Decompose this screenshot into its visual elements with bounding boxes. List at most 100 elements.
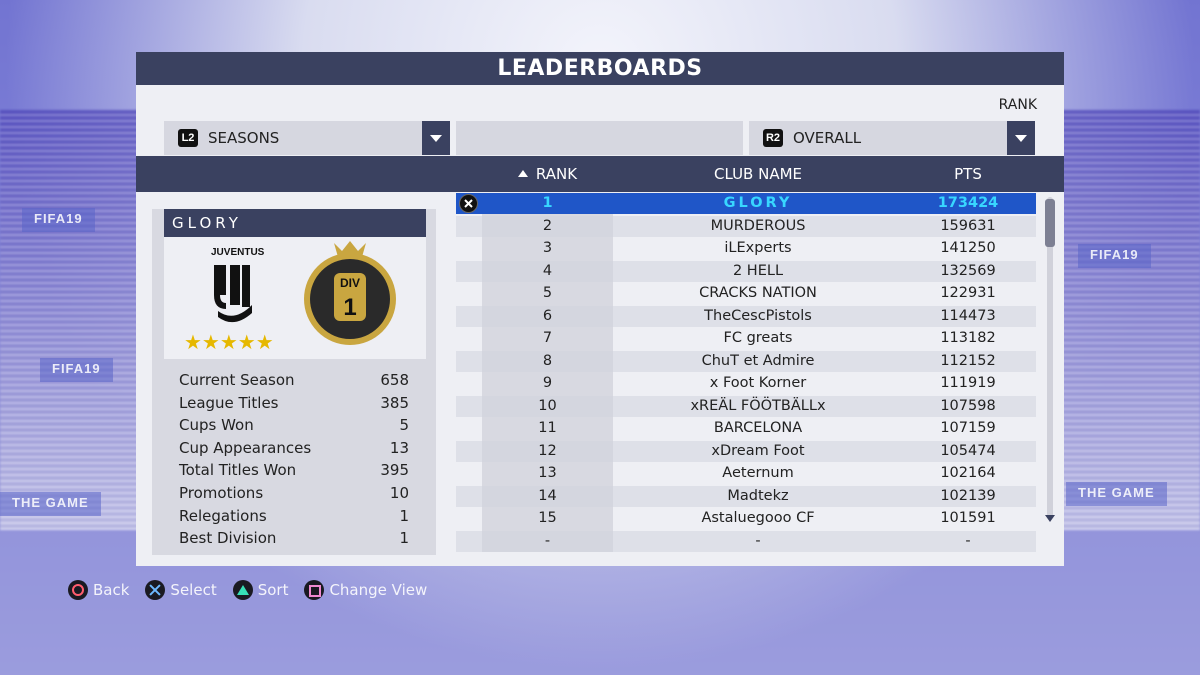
club-name-cell: CRACKS NATION bbox=[699, 285, 817, 301]
table-row[interactable]: 2 MURDEROUS 159631 bbox=[456, 215, 1036, 237]
points-cell: - bbox=[965, 532, 971, 549]
overall-dropdown[interactable]: R2 OVERALL bbox=[749, 121, 1035, 155]
search-field[interactable] bbox=[456, 121, 743, 155]
stat-row: Total Titles Won 395 bbox=[179, 459, 409, 482]
table-row[interactable]: 10 xREÄL FÖÖTBÄLLx 107598 bbox=[456, 395, 1036, 417]
table-row[interactable]: 6 TheCescPistols 114473 bbox=[456, 305, 1036, 327]
stat-row: Cups Won 5 bbox=[179, 414, 409, 437]
division-number: 1 bbox=[343, 294, 356, 321]
rank-cell: 3 bbox=[542, 240, 553, 256]
table-row[interactable]: 12 xDream Foot 105474 bbox=[456, 440, 1036, 462]
hint-change-view[interactable]: Change View bbox=[304, 580, 427, 600]
table-row[interactable]: 5 CRACKS NATION 122931 bbox=[456, 283, 1036, 304]
stat-label: Cups Won bbox=[179, 416, 254, 435]
rank-cell: 8 bbox=[542, 352, 553, 369]
club-name-cell: - bbox=[755, 532, 761, 549]
club-name-cell: ChuT et Admire bbox=[701, 352, 815, 369]
sort-ascending-icon bbox=[517, 170, 528, 177]
club-name-cell: TheCescPistols bbox=[704, 307, 812, 324]
club-name-cell: BARCELONA bbox=[713, 420, 803, 436]
table-row[interactable]: 9 x Foot Korner 111919 bbox=[456, 373, 1036, 394]
stat-row: Best Division 1 bbox=[179, 527, 409, 550]
rank-cell: 11 bbox=[538, 420, 557, 436]
club-name-cell: GLORY bbox=[723, 195, 793, 211]
table-row[interactable]: 11 BARCELONA 107159 bbox=[456, 418, 1036, 439]
table-row[interactable]: 7 FC greats 113182 bbox=[456, 328, 1036, 349]
points-cell: 101591 bbox=[940, 510, 996, 526]
rank-cell: 12 bbox=[538, 442, 557, 459]
points-cell: 107598 bbox=[940, 397, 996, 414]
stadium-banner: FIFA19 bbox=[1078, 244, 1151, 268]
table-row[interactable]: --- bbox=[456, 530, 1036, 552]
scroll-down-arrow-icon[interactable] bbox=[1045, 515, 1055, 522]
stat-value: 1 bbox=[399, 506, 409, 525]
hint-label: Back bbox=[93, 581, 130, 599]
rank-cell: 6 bbox=[542, 307, 553, 324]
circle-button-icon bbox=[68, 580, 88, 600]
stadium-background-right bbox=[1040, 110, 1200, 530]
table-row[interactable]: 13 Aeternum 102164 bbox=[456, 463, 1036, 484]
rank-cell: - bbox=[544, 532, 551, 549]
club-name-cell: Madtekz bbox=[727, 487, 789, 504]
rank-cell: 15 bbox=[538, 510, 557, 526]
square-button-icon bbox=[304, 580, 325, 600]
points-cell: 159631 bbox=[940, 217, 996, 234]
scrollbar-thumb[interactable] bbox=[1045, 199, 1055, 247]
scrollbar[interactable] bbox=[1044, 197, 1056, 525]
overall-dropdown-label: OVERALL bbox=[793, 129, 862, 147]
club-crest-area: JUVENTUS ★★★★★ DIV 1 bbox=[164, 237, 426, 359]
division-badge-icon: DIV 1 bbox=[304, 241, 396, 345]
points-cell: 122931 bbox=[940, 285, 996, 301]
club-name-cell: Aeternum bbox=[722, 465, 794, 481]
club-name-cell: MURDEROUS bbox=[710, 217, 806, 234]
column-header-club[interactable]: CLUB NAME bbox=[613, 156, 903, 192]
table-row[interactable]: 14 Madtekz 102139 bbox=[456, 485, 1036, 507]
page-title: LEADERBOARDS bbox=[136, 52, 1064, 85]
stat-label: Best Division bbox=[179, 529, 277, 548]
stadium-banner: THE GAME bbox=[1066, 482, 1167, 506]
stat-row: Promotions 10 bbox=[179, 482, 409, 505]
table-row[interactable]: 3 iLExperts 141250 bbox=[456, 238, 1036, 259]
club-card: GLORY JUVENTUS ★★★★★ DIV 1 Current Seaso… bbox=[152, 209, 436, 555]
hint-sort[interactable]: Sort bbox=[232, 580, 288, 600]
leaderboards-panel: LEADERBOARDS RANK L2 SEASONS R2 OVERALL … bbox=[136, 52, 1064, 566]
rank-cell: 14 bbox=[538, 487, 557, 504]
stat-label: Promotions bbox=[179, 483, 264, 502]
seasons-dropdown[interactable]: L2 SEASONS bbox=[164, 121, 450, 155]
points-cell: 141250 bbox=[940, 240, 996, 256]
column-header-rank[interactable]: RANK bbox=[482, 156, 613, 192]
cross-button-icon bbox=[459, 194, 478, 213]
club-name-cell: iLExperts bbox=[724, 240, 792, 256]
stat-row: League Titles 385 bbox=[179, 392, 409, 415]
points-cell: 102139 bbox=[940, 487, 996, 504]
hint-select[interactable]: Select bbox=[145, 580, 217, 600]
stat-label: League Titles bbox=[179, 393, 279, 412]
l2-button-icon: L2 bbox=[178, 129, 198, 147]
rank-cell: 5 bbox=[542, 285, 553, 301]
triangle-button-icon bbox=[232, 580, 253, 600]
stat-value: 1 bbox=[399, 529, 409, 548]
stat-value: 10 bbox=[389, 483, 409, 502]
points-cell: 105474 bbox=[940, 442, 996, 459]
juventus-logo-icon bbox=[214, 265, 252, 323]
rank-cell: 13 bbox=[538, 465, 557, 481]
points-cell: 173424 bbox=[937, 195, 999, 211]
stat-value: 385 bbox=[380, 393, 409, 412]
table-row[interactable]: 4 2 HELL 132569 bbox=[456, 260, 1036, 282]
stat-row: Cup Appearances 13 bbox=[179, 437, 409, 460]
table-row[interactable]: 8 ChuT et Admire 112152 bbox=[456, 350, 1036, 372]
column-header-pts[interactable]: PTS bbox=[903, 156, 1033, 192]
stat-label: Current Season bbox=[179, 371, 295, 389]
rank-cell: 10 bbox=[538, 397, 557, 414]
column-header-rank-label: RANK bbox=[535, 165, 578, 183]
club-name-cell: 2 HELL bbox=[732, 262, 784, 279]
table-row[interactable]: 1 GLORY 173424 bbox=[456, 193, 1036, 214]
table-row[interactable]: 15 Astaluegooo CF 101591 bbox=[456, 508, 1036, 529]
stat-value: 658 bbox=[380, 371, 409, 389]
club-name-cell: Astaluegooo CF bbox=[701, 510, 815, 526]
seasons-dropdown-label: SEASONS bbox=[208, 129, 280, 147]
rank-cell: 9 bbox=[542, 375, 553, 391]
hint-back[interactable]: Back bbox=[68, 580, 129, 600]
club-name-cell: x Foot Korner bbox=[709, 375, 807, 391]
points-cell: 111919 bbox=[940, 375, 996, 391]
